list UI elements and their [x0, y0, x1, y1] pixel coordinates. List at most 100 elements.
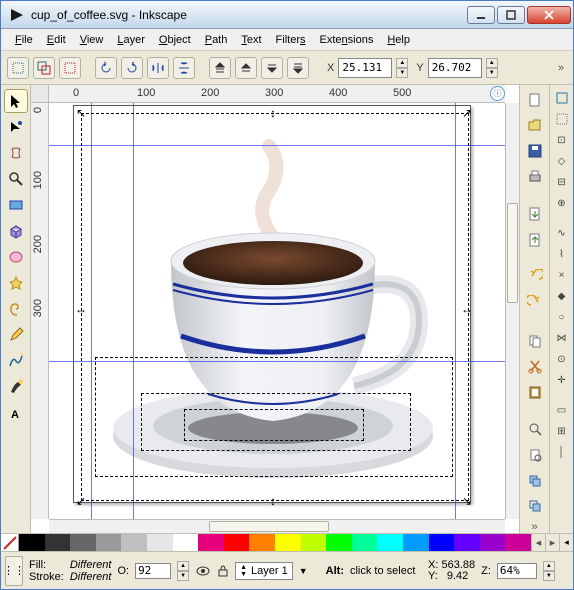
- x-input[interactable]: [338, 58, 392, 78]
- menu-path[interactable]: Path: [199, 32, 234, 48]
- snap-smooth-button[interactable]: ○: [553, 308, 571, 326]
- cut-button[interactable]: [524, 355, 546, 377]
- layer-visibility-icon[interactable]: [195, 564, 211, 578]
- swatch-none[interactable]: [1, 534, 19, 551]
- open-button[interactable]: [524, 115, 546, 137]
- opacity-spin[interactable]: ▲▼: [177, 561, 189, 581]
- import-button[interactable]: [524, 203, 546, 225]
- layer-selector[interactable]: ▲▼ Layer 1: [235, 562, 293, 580]
- snap-midpoint-button[interactable]: ⋈: [553, 329, 571, 347]
- flip-h-button[interactable]: [147, 57, 169, 79]
- tool-text[interactable]: A: [4, 401, 28, 425]
- layer-lock-icon[interactable]: [217, 564, 229, 578]
- swatch[interactable]: [301, 534, 327, 551]
- selection-handle-w[interactable]: ↔: [75, 303, 87, 315]
- close-button[interactable]: [527, 6, 571, 24]
- swatch[interactable]: [403, 534, 429, 551]
- selection-handle-se[interactable]: ↘: [461, 495, 473, 507]
- undo-button[interactable]: [524, 267, 546, 289]
- save-button[interactable]: [524, 140, 546, 162]
- snap-rotation-button[interactable]: ✛: [553, 371, 571, 389]
- snap-bbox-center-button[interactable]: ⊕: [553, 194, 571, 212]
- paste-button[interactable]: [524, 381, 546, 403]
- snap-center-button[interactable]: ⊙: [553, 350, 571, 368]
- swatch[interactable]: [352, 534, 378, 551]
- lower-bottom-button[interactable]: [287, 57, 309, 79]
- swatch[interactable]: [480, 534, 506, 551]
- snap-nodes-button[interactable]: ∿: [553, 224, 571, 242]
- flip-v-button[interactable]: [173, 57, 195, 79]
- snap-path-button[interactable]: ⌇: [553, 245, 571, 263]
- swatch[interactable]: [275, 534, 301, 551]
- lower-button[interactable]: [261, 57, 283, 79]
- commands-overflow-icon[interactable]: »: [529, 521, 541, 533]
- menu-file[interactable]: File: [9, 32, 39, 48]
- menu-object[interactable]: Object: [153, 32, 197, 48]
- swatch[interactable]: [45, 534, 71, 551]
- tool-star[interactable]: [4, 271, 28, 295]
- swatch[interactable]: [173, 534, 199, 551]
- redo-button[interactable]: [524, 292, 546, 314]
- snap-enable-button[interactable]: [553, 89, 571, 107]
- swatch[interactable]: [96, 534, 122, 551]
- tool-node[interactable]: [4, 115, 28, 139]
- tool-bezier[interactable]: [4, 349, 28, 373]
- swatch[interactable]: [454, 534, 480, 551]
- horizontal-ruler[interactable]: 0 100 200 300 400 500 ⓘ: [49, 85, 505, 103]
- snap-guide-button[interactable]: │: [553, 443, 571, 461]
- rotate-ccw-button[interactable]: [95, 57, 117, 79]
- raise-button[interactable]: [235, 57, 257, 79]
- selection-handle-ne[interactable]: ↗: [461, 107, 473, 119]
- rotate-cw-button[interactable]: [121, 57, 143, 79]
- toolbar-overflow-icon[interactable]: »: [555, 62, 567, 74]
- info-icon[interactable]: ⓘ: [490, 86, 505, 101]
- tool-spiral[interactable]: [4, 297, 28, 321]
- tool-tweak[interactable]: [4, 141, 28, 165]
- tool-zoom[interactable]: [4, 167, 28, 191]
- minimize-button[interactable]: [467, 6, 495, 24]
- swatch[interactable]: [249, 534, 275, 551]
- swatch[interactable]: [224, 534, 250, 551]
- maximize-button[interactable]: [497, 6, 525, 24]
- palette-scroll-right[interactable]: ▶: [545, 534, 559, 551]
- select-all-button[interactable]: [7, 57, 29, 79]
- tool-3dbox[interactable]: [4, 219, 28, 243]
- menu-view[interactable]: View: [74, 32, 110, 48]
- swatch[interactable]: [70, 534, 96, 551]
- tool-ellipse[interactable]: [4, 245, 28, 269]
- vertical-ruler[interactable]: 0 100 200 300: [31, 103, 49, 519]
- copy-button[interactable]: [524, 330, 546, 352]
- deselect-button[interactable]: [59, 57, 81, 79]
- snap-bbox-corner-button[interactable]: ◇: [553, 152, 571, 170]
- snap-bbox-midpoint-button[interactable]: ⊟: [553, 173, 571, 191]
- selection-handle-n[interactable]: ↕: [267, 107, 279, 119]
- export-button[interactable]: [524, 229, 546, 251]
- raise-top-button[interactable]: [209, 57, 231, 79]
- menu-edit[interactable]: Edit: [41, 32, 72, 48]
- zoom-fit-button[interactable]: [524, 418, 546, 440]
- zoom-input[interactable]: [497, 563, 537, 579]
- select-all-layers-button[interactable]: [33, 57, 55, 79]
- palette-scroll-left[interactable]: ◀: [531, 534, 545, 551]
- zoom-page-button[interactable]: [524, 444, 546, 466]
- statusbar-grip[interactable]: ⋮⋮: [5, 556, 23, 586]
- vertical-scrollbar[interactable]: [505, 103, 519, 519]
- menu-help[interactable]: Help: [381, 32, 416, 48]
- menu-layer[interactable]: Layer: [111, 32, 151, 48]
- menu-text[interactable]: Text: [235, 32, 267, 48]
- tool-selector[interactable]: [4, 89, 28, 113]
- selection-handle-e[interactable]: ↔: [461, 303, 473, 315]
- tool-pencil[interactable]: [4, 323, 28, 347]
- snap-page-button[interactable]: ▭: [553, 401, 571, 419]
- swatch[interactable]: [505, 534, 531, 551]
- snap-bbox-button[interactable]: [553, 110, 571, 128]
- zoom-spin[interactable]: ▲▼: [543, 561, 555, 581]
- snap-cusp-button[interactable]: ◆: [553, 287, 571, 305]
- snap-bbox-edge-button[interactable]: ⊡: [553, 131, 571, 149]
- swatch[interactable]: [326, 534, 352, 551]
- selection-handle-nw[interactable]: ↖: [75, 107, 87, 119]
- swatch[interactable]: [429, 534, 455, 551]
- tool-calligraphy[interactable]: [4, 375, 28, 399]
- clone-button[interactable]: [524, 495, 546, 517]
- tool-rect[interactable]: [4, 193, 28, 217]
